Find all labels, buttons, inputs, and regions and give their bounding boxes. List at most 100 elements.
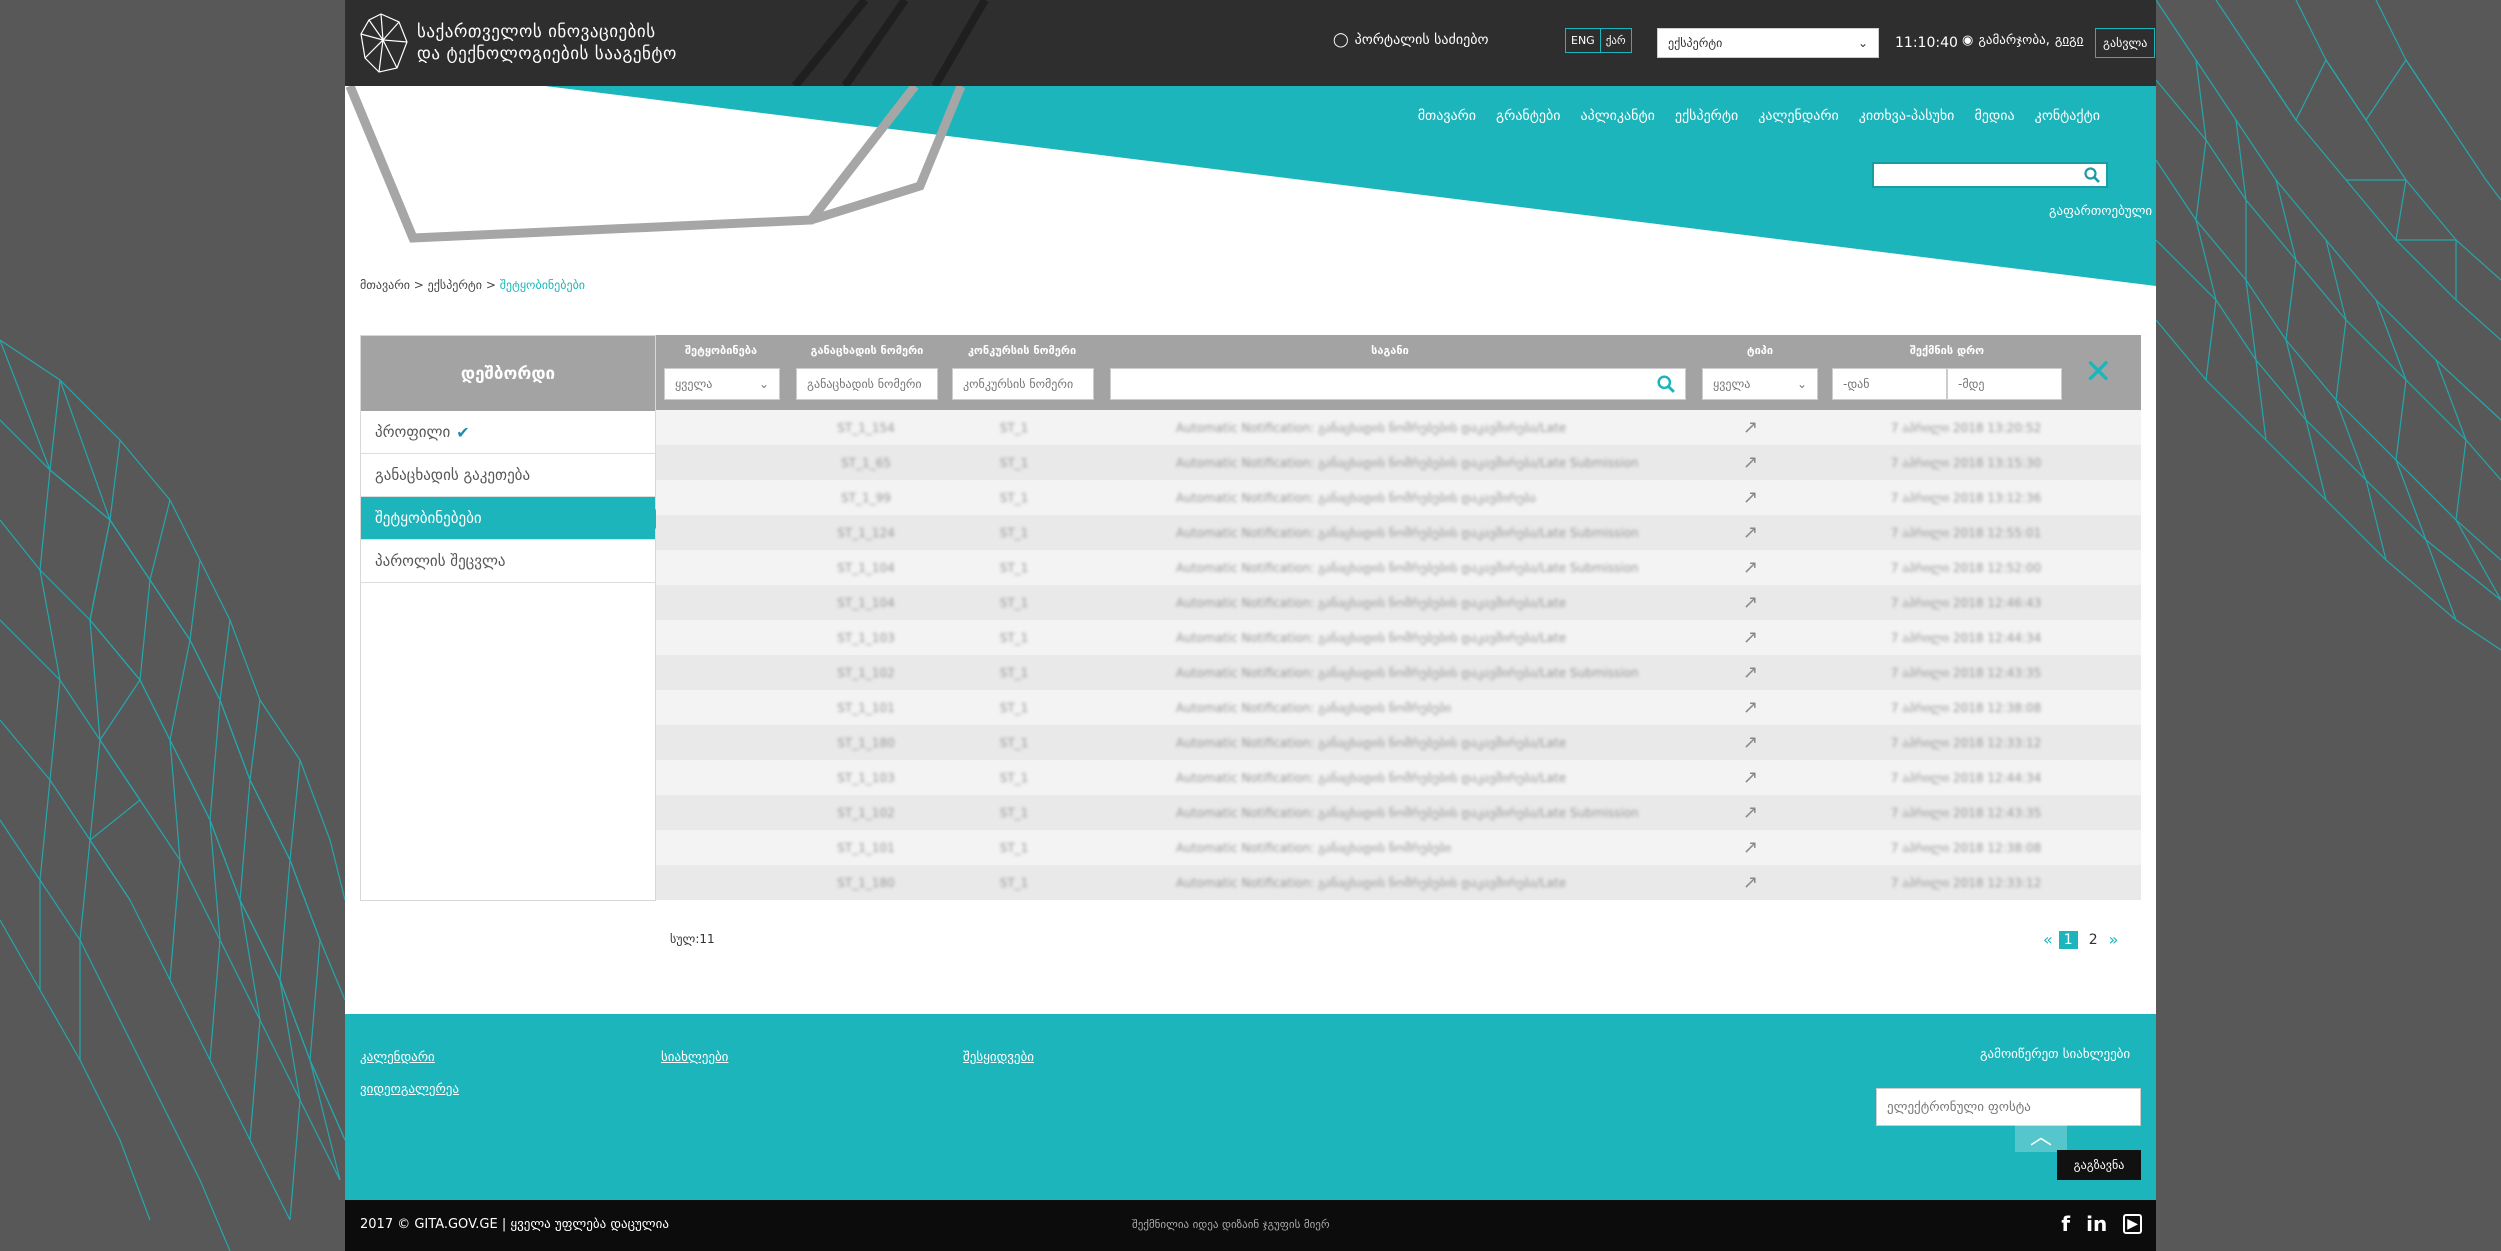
arrow-up-right-icon[interactable]: ↗ bbox=[1743, 627, 1758, 648]
facebook-icon[interactable]: f bbox=[2061, 1212, 2070, 1236]
arrow-up-right-icon[interactable]: ↗ bbox=[1743, 802, 1758, 823]
nav-home[interactable]: მთავარი bbox=[1418, 108, 1476, 124]
arrow-up-right-icon[interactable]: ↗ bbox=[1743, 487, 1758, 508]
table-row[interactable]: ST_1_104 ST_1 Automatic Notification: განა… bbox=[656, 550, 2141, 585]
footer-link-calendar[interactable]: კალენდარი bbox=[360, 1050, 435, 1065]
bottom-bar: 2017 © GITA.GOV.GE | ყველა უფლება დაცული… bbox=[345, 1200, 2156, 1251]
table-row[interactable]: ST_1_99 ST_1 Automatic Notification: განაც… bbox=[656, 480, 2141, 515]
search-icon[interactable] bbox=[1657, 375, 1675, 393]
arrow-up-right-icon[interactable]: ↗ bbox=[1743, 872, 1758, 893]
arrow-up-right-icon[interactable]: ↗ bbox=[1743, 837, 1758, 858]
table-body: ST_1_154 ST_1 Automatic Notification: განა… bbox=[656, 410, 2141, 900]
breadcrumb-home[interactable]: მთავარი bbox=[360, 278, 410, 292]
scroll-to-top-chevron-up-icon[interactable]: ︿ bbox=[2015, 1118, 2067, 1152]
nav-faq[interactable]: კითხვა-პასუხი bbox=[1859, 108, 1955, 124]
credits: შექმნილია იდეა დიზაინ ჯგუფის მიერ bbox=[1132, 1218, 1330, 1231]
table-row[interactable]: ST_1_103 ST_1 Automatic Notification: განა… bbox=[656, 760, 2141, 795]
cell-app-number: ST_1_124 bbox=[837, 525, 895, 540]
table-row[interactable]: ST_1_103 ST_1 Automatic Notification: განა… bbox=[656, 620, 2141, 655]
cell-created: 7 აპრილი 2018 12:43:35 bbox=[1890, 805, 2042, 820]
arrow-up-right-icon[interactable]: ↗ bbox=[1743, 767, 1758, 788]
linkedin-icon[interactable]: in bbox=[2086, 1212, 2107, 1236]
chevron-down-icon: ⌄ bbox=[1796, 377, 1807, 391]
advanced-search-link[interactable]: გაფართოებული bbox=[2049, 204, 2152, 219]
cell-subject: Automatic Notification: განაცხადის ნომრე… bbox=[1176, 700, 1452, 715]
cell-subject: Automatic Notification: განაცხადის ნომრე… bbox=[1176, 455, 1639, 470]
clear-filters-close-icon[interactable]: ✕ bbox=[2084, 355, 2113, 389]
role-select[interactable]: ექსპერტი ⌄ bbox=[1657, 28, 1879, 58]
arrow-up-right-icon[interactable]: ↗ bbox=[1743, 417, 1758, 438]
next-page-button[interactable]: » bbox=[2109, 930, 2119, 949]
sidebar-item-new-application[interactable]: განაცხადის გაკეთება bbox=[361, 454, 655, 497]
date-from-input[interactable]: -დან bbox=[1832, 368, 1947, 400]
table-row[interactable]: ST_1_180 ST_1 Automatic Notification: განა… bbox=[656, 725, 2141, 760]
cell-subject: Automatic Notification: განაცხადის ნომრე… bbox=[1176, 630, 1567, 645]
cell-competition-number: ST_1 bbox=[999, 455, 1029, 470]
arrow-up-right-icon[interactable]: ↗ bbox=[1743, 522, 1758, 543]
competition-number-filter-input[interactable]: კონკურსის ნომერი bbox=[952, 368, 1094, 400]
page-2-button[interactable]: 2 bbox=[2084, 931, 2103, 949]
arrow-up-right-icon[interactable]: ↗ bbox=[1743, 557, 1758, 578]
site-search-input[interactable] bbox=[1872, 162, 2108, 188]
logout-button[interactable]: გასვლა bbox=[2095, 28, 2156, 58]
nav-calendar[interactable]: კალენდარი bbox=[1758, 108, 1839, 124]
date-to-input[interactable]: -მდე bbox=[1947, 368, 2062, 400]
arrow-up-right-icon[interactable]: ↗ bbox=[1743, 697, 1758, 718]
nav-expert[interactable]: ექსპერტი bbox=[1675, 108, 1738, 124]
arrow-up-right-icon[interactable]: ↗ bbox=[1743, 662, 1758, 683]
cell-app-number: ST_1_101 bbox=[837, 700, 895, 715]
arrow-up-right-icon[interactable]: ↗ bbox=[1743, 452, 1758, 473]
top-bar: საქართველოს ინოვაციების და ტექნოლოგიების… bbox=[345, 0, 2156, 86]
table-row[interactable]: ST_1_124 ST_1 Automatic Notification: განა… bbox=[656, 515, 2141, 550]
breadcrumb-expert[interactable]: ექსპერტი bbox=[428, 278, 482, 292]
nav-contact[interactable]: კონტაქტი bbox=[2035, 108, 2100, 124]
sidebar-item-change-password[interactable]: პაროლის შეცვლა bbox=[361, 540, 655, 583]
arrow-up-right-icon[interactable]: ↗ bbox=[1743, 732, 1758, 753]
header-subject: საგანი bbox=[1371, 344, 1409, 357]
table-row[interactable]: ST_1_102 ST_1 Automatic Notification: განა… bbox=[656, 655, 2141, 690]
cell-app-number: ST_1_104 bbox=[837, 595, 895, 610]
portal-search-link[interactable]: ◯ პორტალის საძიებო bbox=[1333, 32, 1488, 48]
cell-subject: Automatic Notification: განაცხადის ნომრე… bbox=[1176, 840, 1452, 855]
cell-competition-number: ST_1 bbox=[999, 805, 1029, 820]
lang-en[interactable]: ENG bbox=[1566, 29, 1600, 52]
sidebar-item-profile[interactable]: პროფილი ✔ bbox=[361, 411, 655, 454]
footer-link-news[interactable]: სიახლეები bbox=[661, 1050, 728, 1065]
table-row[interactable]: ST_1_180 ST_1 Automatic Notification: განა… bbox=[656, 865, 2141, 900]
status-filter-select[interactable]: ყველა ⌄ bbox=[664, 368, 780, 400]
page-1-button[interactable]: 1 bbox=[2058, 930, 2078, 949]
nav-applicant[interactable]: აპლიკანტი bbox=[1581, 108, 1655, 124]
cell-subject: Automatic Notification: განაცხადის ნომრე… bbox=[1176, 595, 1567, 610]
prev-page-button[interactable]: « bbox=[2043, 930, 2053, 949]
cell-subject: Automatic Notification: განაცხადის ნომრე… bbox=[1176, 805, 1639, 820]
table-header: შეტყობინება განაცხადის ნომერი კონკურსის … bbox=[656, 335, 2141, 410]
search-icon[interactable] bbox=[2084, 167, 2100, 183]
arrow-up-right-icon[interactable]: ↗ bbox=[1743, 592, 1758, 613]
table-row[interactable]: ST_1_101 ST_1 Automatic Notification: განა… bbox=[656, 690, 2141, 725]
nav-grants[interactable]: გრანტები bbox=[1496, 108, 1560, 124]
table-row[interactable]: ST_1_154 ST_1 Automatic Notification: განა… bbox=[656, 410, 2141, 445]
cell-subject: Automatic Notification: განაცხადის ნომრე… bbox=[1176, 490, 1536, 505]
youtube-icon[interactable]: ▶ bbox=[2123, 1214, 2142, 1234]
nav-media[interactable]: მედია bbox=[1974, 108, 2014, 124]
type-filter-select[interactable]: ყველა ⌄ bbox=[1702, 368, 1818, 400]
app-number-filter-input[interactable]: განაცხადის ნომერი bbox=[796, 368, 938, 400]
table-row[interactable]: ST_1_102 ST_1 Automatic Notification: განა… bbox=[656, 795, 2141, 830]
cell-created: 7 აპრილი 2018 12:55:01 bbox=[1890, 525, 2042, 540]
table-row[interactable]: ST_1_101 ST_1 Automatic Notification: განა… bbox=[656, 830, 2141, 865]
table-row[interactable]: ST_1_104 ST_1 Automatic Notification: განა… bbox=[656, 585, 2141, 620]
cell-app-number: ST_1_103 bbox=[837, 630, 895, 645]
table-row[interactable]: ST_1_65 ST_1 Automatic Notification: განაც… bbox=[656, 445, 2141, 480]
site-logo[interactable]: საქართველოს ინოვაციების და ტექნოლოგიების… bbox=[359, 12, 677, 74]
subject-filter-input[interactable] bbox=[1110, 368, 1686, 400]
cell-created: 7 აპრილი 2018 12:46:43 bbox=[1890, 595, 2042, 610]
sidebar-item-notifications[interactable]: შეტყობინებები bbox=[361, 497, 665, 540]
lang-ka[interactable]: ქარ bbox=[1599, 29, 1631, 52]
cell-competition-number: ST_1 bbox=[999, 770, 1029, 785]
main-nav: მთავარი გრანტები აპლიკანტი ექსპერტი კალე… bbox=[1418, 108, 2100, 124]
subscribe-button[interactable]: გაგზავნა bbox=[2057, 1150, 2141, 1180]
footer-link-procurement[interactable]: შესყიდვები bbox=[963, 1050, 1034, 1065]
footer-link-video-gallery[interactable]: ვიდეოგალერეა bbox=[360, 1082, 459, 1097]
newsletter-email-input[interactable]: ელექტრონული ფოსტა bbox=[1876, 1088, 2141, 1126]
username-link[interactable]: გიგი bbox=[2055, 33, 2084, 48]
